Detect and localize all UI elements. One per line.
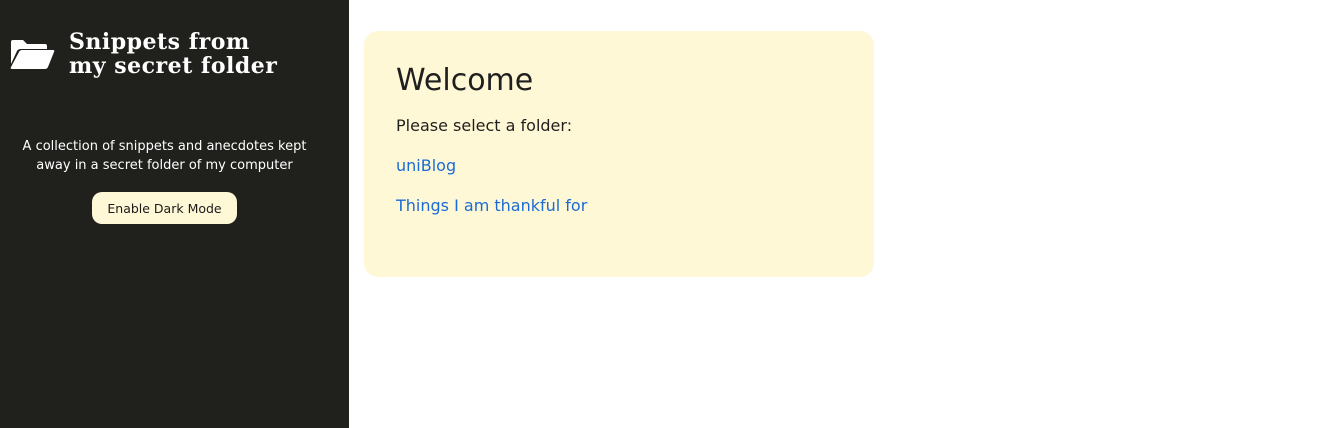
folder-prompt: Please select a folder: (396, 116, 573, 135)
app-layout: Snippets from my secret folder A collect… (0, 0, 1342, 428)
enable-dark-mode-button[interactable]: Enable Dark Mode (92, 192, 237, 224)
brand[interactable]: Snippets from my secret folder (9, 30, 329, 78)
site-title: Snippets from my secret folder (69, 29, 278, 79)
list-item: uniBlog (396, 155, 842, 177)
page-title: Welcome (396, 63, 534, 98)
main-content: Welcome Please select a folder: uniBlog … (349, 0, 1342, 428)
folder-link-thankful[interactable]: Things I am thankful for (396, 196, 587, 215)
sidebar: Snippets from my secret folder A collect… (0, 0, 349, 428)
list-item: Things I am thankful for (396, 195, 842, 217)
welcome-card: Welcome Please select a folder: uniBlog … (364, 31, 874, 277)
site-tagline: A collection of snippets and anecdotes k… (22, 139, 307, 173)
folder-link-uniblog[interactable]: uniBlog (396, 156, 456, 175)
folder-list: uniBlog Things I am thankful for (396, 155, 842, 217)
folder-open-icon (10, 40, 55, 69)
